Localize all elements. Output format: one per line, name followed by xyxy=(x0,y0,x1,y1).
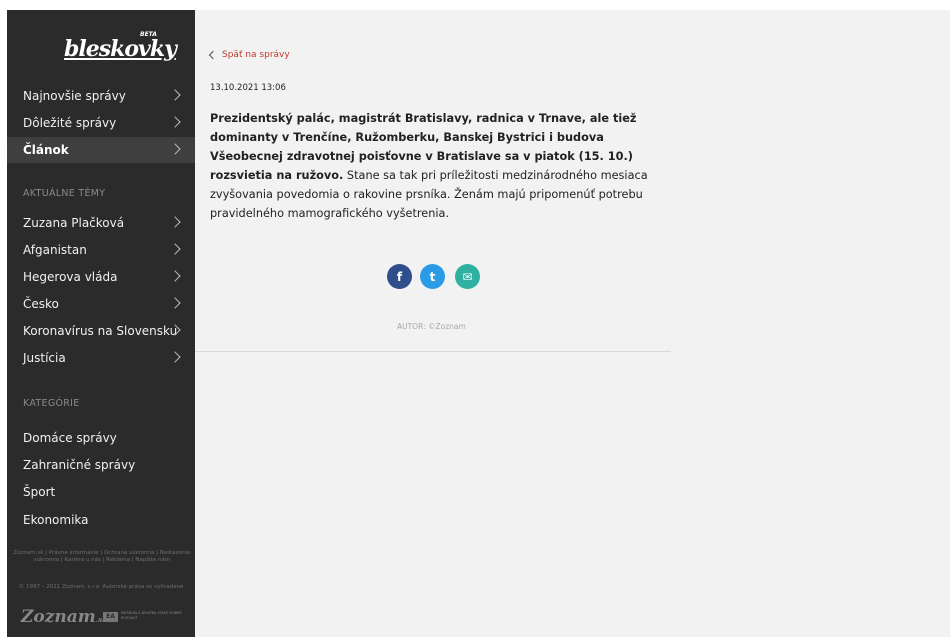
chevron-right-icon xyxy=(169,216,181,228)
nav-label: Článok xyxy=(23,143,69,157)
category-item-domace-spravy[interactable]: Domáce správy xyxy=(7,425,195,451)
twitter-icon: t xyxy=(429,269,436,284)
nav-item-clanok[interactable]: Článok xyxy=(7,137,195,163)
article-author: AUTOR: ©Zoznam xyxy=(397,322,466,331)
footer-copyright: © 1997 – 2021 Zoznam, s.r.o. Autorské pr… xyxy=(18,584,186,590)
topic-label: Koronavírus na Slovensku xyxy=(23,324,178,338)
category-label: Šport xyxy=(23,485,56,499)
email-icon: ✉ xyxy=(462,269,473,284)
topic-item-cesko[interactable]: Česko xyxy=(7,291,195,317)
chevron-right-icon xyxy=(169,297,181,309)
category-item-sport[interactable]: Šport xyxy=(7,479,195,505)
facebook-share-button[interactable]: f xyxy=(387,264,412,289)
back-to-news-link[interactable]: Späť na správy xyxy=(208,50,290,60)
topic-item-afganistan[interactable]: Afganistan xyxy=(7,237,195,263)
category-label: Zahraničné správy xyxy=(23,458,136,472)
chevron-right-icon xyxy=(169,270,181,282)
bleskovky-logo[interactable]: bleskovky xyxy=(64,36,177,62)
beta-badge: BETA xyxy=(140,31,157,38)
category-item-zahranicne-spravy[interactable]: Zahraničné správy xyxy=(7,452,195,478)
topic-label: Afganistan xyxy=(23,243,87,257)
topic-item-koronavirus[interactable]: Koronavírus na Slovensku xyxy=(7,318,195,344)
facebook-icon: f xyxy=(396,269,403,284)
zoznam-logo[interactable]: Zoznam.sk xyxy=(21,607,107,627)
topic-label: Justícia xyxy=(23,351,66,365)
topic-item-zuzana-plackova[interactable]: Zuzana Plačková xyxy=(7,210,195,236)
categories-heading: KATEGÓRIE xyxy=(23,398,80,409)
chevron-left-icon xyxy=(208,50,218,60)
topic-label: Hegerova vláda xyxy=(23,270,118,284)
nav-label: Dôležité správy xyxy=(23,116,117,130)
topic-label: Zuzana Plačková xyxy=(23,216,125,230)
topics-heading: AKTUÁLNE TÉMY xyxy=(23,188,106,199)
zoznam-logo-text: Zoznam xyxy=(21,607,96,627)
nav-item-dolezite-spravy[interactable]: Dôležité správy xyxy=(7,110,195,136)
topic-item-justicia[interactable]: Justícia xyxy=(7,345,195,371)
nav-item-najnovsie-spravy[interactable]: Najnovšie správy xyxy=(7,83,195,109)
chevron-right-icon xyxy=(169,116,181,128)
category-item-ekonomika[interactable]: Ekonomika xyxy=(7,507,195,533)
footer-links[interactable]: Zoznam.sk | Právne informácie | Ochrana … xyxy=(11,550,193,564)
ea-badge-icon: EA xyxy=(103,612,118,622)
chevron-right-icon xyxy=(169,243,181,255)
back-link-label: Späť na správy xyxy=(222,50,290,60)
chevron-right-icon xyxy=(169,89,181,101)
twitter-share-button[interactable]: t xyxy=(420,264,445,289)
article-lead: Prezidentský palác, magistrát Bratislavy… xyxy=(210,109,670,223)
chevron-right-icon xyxy=(169,143,181,155)
category-label: Ekonomika xyxy=(23,513,89,527)
content-divider xyxy=(195,351,671,352)
email-share-button[interactable]: ✉ xyxy=(455,264,480,289)
chevron-right-icon xyxy=(169,351,181,363)
sidebar: bleskovky BETA Najnovšie správy Dôležité… xyxy=(7,10,195,637)
nav-label: Najnovšie správy xyxy=(23,89,126,103)
topic-item-hegerova-vlada[interactable]: Hegerova vláda xyxy=(7,264,195,290)
category-label: Domáce správy xyxy=(23,431,117,445)
ea-badge-text: NEZÁVISLÁ DRUŽBA STÁLE DOBRÉ ROZVIJAŤ xyxy=(121,611,182,620)
topic-label: Česko xyxy=(23,297,59,311)
article-date: 13.10.2021 13:06 xyxy=(210,83,286,93)
